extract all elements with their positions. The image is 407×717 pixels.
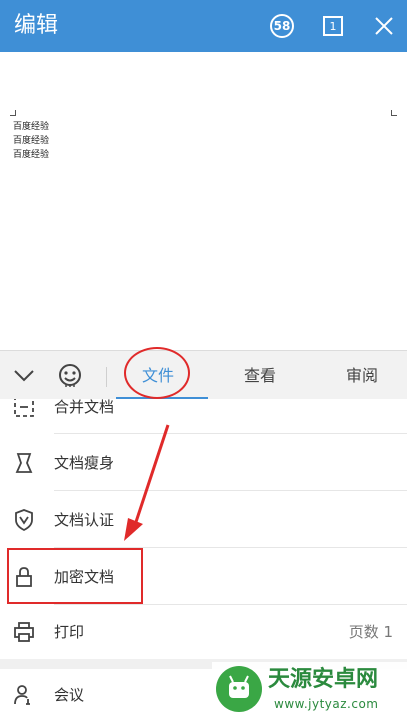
- badge-count: 58: [270, 14, 294, 38]
- tab-divider: [106, 367, 107, 387]
- menu-item-slim[interactable]: 文档瘦身: [0, 434, 407, 491]
- printer-icon: [14, 622, 34, 642]
- meeting-user-icon: [14, 685, 30, 705]
- close-button[interactable]: [370, 12, 398, 40]
- watermark-title: 天源安卓网: [268, 667, 379, 692]
- chevron-down-icon[interactable]: [10, 361, 38, 389]
- margin-mark-left: [10, 110, 16, 116]
- watermark-url: www.jytyaz.com: [274, 697, 379, 711]
- watermark: 天源安卓网 www.jytyaz.com: [212, 662, 407, 717]
- encrypt-highlight-box: [7, 548, 143, 604]
- menu-item-label: 合并文档: [54, 399, 115, 416]
- margin-mark-right: [391, 110, 397, 116]
- document-canvas[interactable]: 百度经验 百度经验 百度经验: [0, 52, 407, 350]
- document-text: 百度经验 百度经验 百度经验: [13, 120, 49, 162]
- menu-item-merge[interactable]: 合并文档: [0, 399, 407, 434]
- merge-icon: [14, 399, 34, 417]
- tab-view[interactable]: 查看: [244, 365, 276, 387]
- page-count-label: 页数 1: [348, 623, 393, 641]
- close-icon: [375, 17, 393, 35]
- doc-line: 百度经验: [13, 150, 50, 160]
- tab-highlight-circle: [124, 347, 190, 399]
- top-app-bar: 编辑 58 1: [0, 0, 407, 52]
- shield-v-icon: [15, 509, 33, 532]
- toolbar-tabs: 文件 查看 审阅: [0, 350, 407, 400]
- watermark-logo-icon: [216, 666, 262, 712]
- menu-item-print[interactable]: 打印 页数 1: [0, 605, 407, 662]
- menu-item-label: 文档瘦身: [54, 454, 115, 472]
- doc-line: 百度经验: [13, 122, 50, 132]
- doc-line: 百度经验: [13, 136, 50, 146]
- badge-button[interactable]: 58: [268, 12, 296, 40]
- menu-item-label: 文档认证: [54, 511, 115, 529]
- slim-icon: [15, 453, 33, 473]
- page-title: 编辑: [14, 13, 59, 38]
- tab-review[interactable]: 审阅: [346, 365, 378, 387]
- menu-item-label: 会议: [54, 686, 85, 704]
- page-indicator: 1: [323, 16, 343, 36]
- emoji-icon[interactable]: [56, 361, 84, 389]
- page-count-button[interactable]: 1: [319, 12, 347, 40]
- menu-item-label: 打印: [54, 623, 85, 641]
- menu-item-certify[interactable]: 文档认证: [0, 491, 407, 548]
